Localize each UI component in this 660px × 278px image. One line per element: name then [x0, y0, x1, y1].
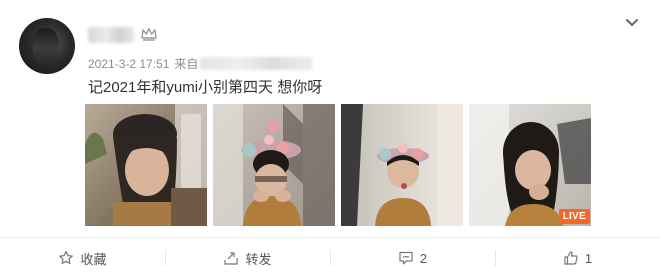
chevron-down-icon[interactable] [622, 16, 642, 30]
like-button[interactable]: 1 [495, 238, 660, 278]
live-badge: LIVE [558, 209, 590, 224]
like-count: 1 [584, 250, 593, 266]
post-meta: 2021-3-2 17:51 来自 [88, 55, 313, 72]
source-prefix: 来自 [174, 57, 199, 71]
avatar-silhouette [33, 28, 59, 64]
favorite-label: 收藏 [80, 251, 107, 267]
repost-label: 转发 [245, 251, 272, 267]
source-redacted[interactable] [200, 57, 313, 70]
repost-button[interactable]: 转发 [165, 238, 330, 278]
action-bar: 收藏 转发 2 1 [0, 238, 660, 278]
photo-1[interactable] [85, 104, 207, 226]
repost-icon [224, 252, 239, 265]
photo-4[interactable]: LIVE [469, 104, 591, 226]
crown-icon [141, 27, 157, 41]
photo-2[interactable] [213, 104, 335, 226]
star-icon [59, 250, 74, 265]
comment-button[interactable]: 2 [330, 238, 495, 278]
avatar[interactable] [19, 18, 75, 74]
favorite-button[interactable]: 收藏 [0, 238, 165, 278]
username-redacted[interactable] [88, 27, 134, 43]
post-timestamp[interactable]: 2021-3-2 17:51 [88, 57, 169, 71]
thumbs-up-icon [564, 251, 578, 265]
weibo-post: 2021-3-2 17:51 来自 记2021年和yumi小别第四天 想你呀 L… [0, 0, 660, 278]
comment-count: 2 [419, 250, 428, 266]
post-text: 记2021年和yumi小别第四天 想你呀 [88, 79, 323, 96]
photo-3[interactable] [341, 104, 463, 226]
comment-icon [399, 251, 413, 265]
photo-grid: LIVE [85, 104, 591, 226]
